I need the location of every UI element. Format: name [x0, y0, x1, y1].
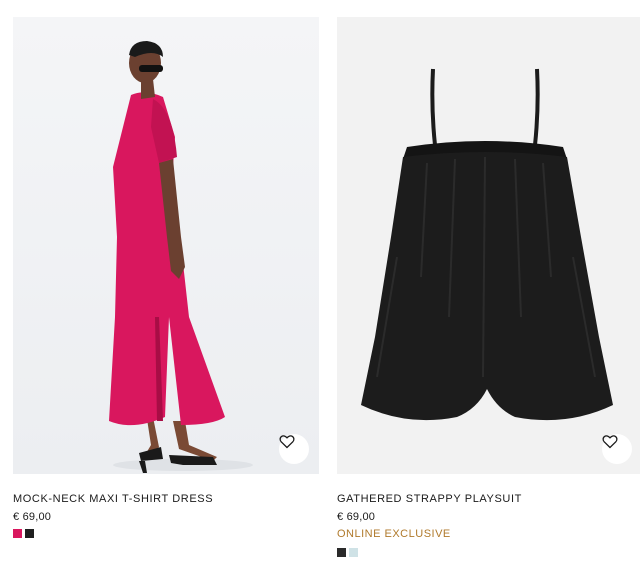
product-price: € 69,00	[13, 511, 52, 523]
black-playsuit-photo	[361, 68, 613, 421]
product-image[interactable]	[337, 17, 640, 474]
product-price: € 69,00	[337, 511, 376, 523]
favorite-button[interactable]	[602, 434, 632, 464]
swatch-black[interactable]	[337, 548, 346, 557]
product-image[interactable]	[13, 17, 319, 474]
heart-icon	[279, 435, 295, 449]
product-info: GATHERED STRAPPY PLAYSUIT € 69,00 ONLINE…	[337, 474, 640, 557]
product-info: MOCK-NECK MAXI T-SHIRT DRESS € 69,00	[13, 474, 319, 538]
favorite-button[interactable]	[279, 434, 309, 464]
product-name[interactable]: MOCK-NECK MAXI T-SHIRT DRESS	[13, 492, 319, 506]
swatch-pink[interactable]	[13, 529, 22, 538]
product-card[interactable]: GATHERED STRAPPY PLAYSUIT € 69,00 ONLINE…	[337, 17, 640, 557]
heart-icon	[602, 435, 618, 449]
swatch-black[interactable]	[25, 529, 34, 538]
swatch-light-blue[interactable]	[349, 548, 358, 557]
color-swatches	[13, 529, 319, 538]
online-exclusive-badge: ONLINE EXCLUSIVE	[337, 528, 451, 540]
product-name[interactable]: GATHERED STRAPPY PLAYSUIT	[337, 492, 640, 506]
color-swatches	[337, 548, 640, 557]
product-grid: MOCK-NECK MAXI T-SHIRT DRESS € 69,00 GAT…	[0, 0, 640, 575]
pink-maxi-dress-photo	[109, 41, 253, 473]
product-card[interactable]: MOCK-NECK MAXI T-SHIRT DRESS € 69,00	[13, 17, 319, 538]
